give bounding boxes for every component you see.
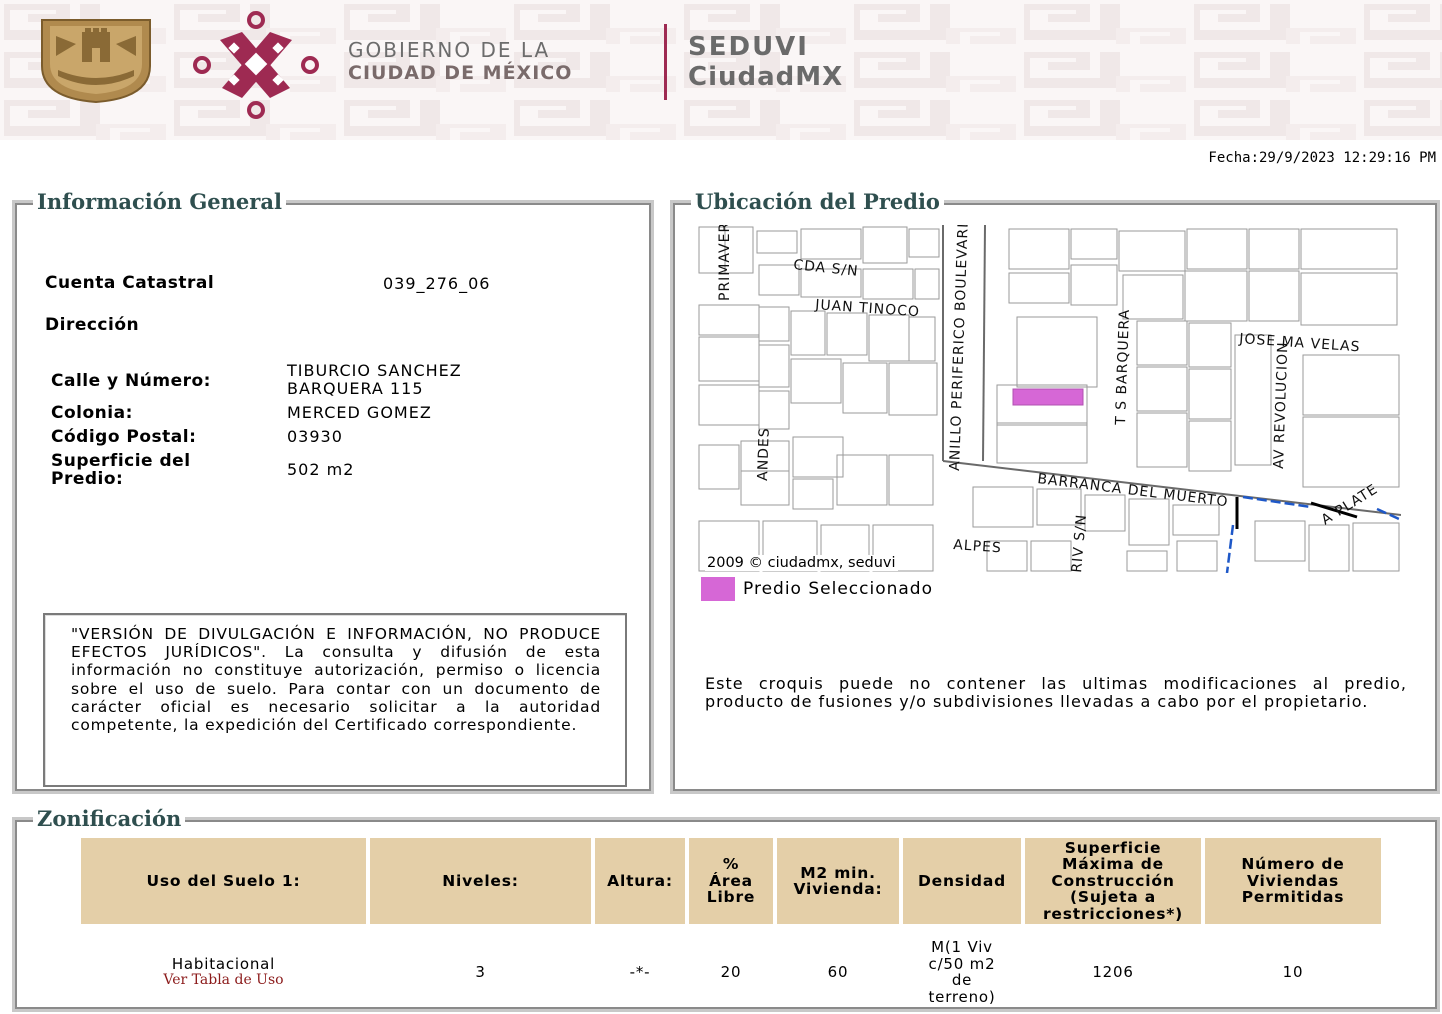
- colonia-label: Colonia:: [51, 403, 133, 423]
- informacion-general-panel: Información General Cuenta Catastral 039…: [12, 189, 654, 794]
- header-numero-viviendas: Número de Viviendas Permitidas: [1205, 838, 1381, 924]
- header-divider: [664, 24, 667, 100]
- header-banner: GOBIERNO DE LA CIUDAD DE MÉXICO SEDUVI C…: [0, 0, 1442, 140]
- location-map[interactable]: PRIMAVER CDA S/N JUAN TINOCO ANILLO PERI…: [697, 225, 1401, 573]
- government-name-line2: CIUDAD DE MÉXICO: [348, 62, 573, 84]
- table-row: Habitacional Ver Tabla de Uso 3 -*- 20 6…: [81, 924, 1381, 1014]
- codigo-postal-value: 03930: [287, 427, 343, 446]
- government-name-line1: GOBIERNO DE LA: [348, 38, 551, 62]
- superficie-value: 502 m2: [287, 460, 355, 479]
- report-timestamp: Fecha:29/9/2023 12:29:16 PM: [1208, 150, 1436, 166]
- zonificacion-table: Uso del Suelo 1: Niveles: Altura: % Área…: [77, 838, 1385, 1014]
- selected-parcel-swatch: [701, 577, 735, 601]
- street-andes: ANDES: [755, 427, 773, 481]
- street-alpes: ALPES: [953, 537, 1003, 556]
- ubicacion-predio-legend: Ubicación del Predio: [691, 189, 944, 214]
- header-altura: Altura:: [595, 838, 685, 924]
- codigo-postal-label: Código Postal:: [51, 427, 197, 447]
- map-credit: 2009 © ciudadmx, seduvi: [705, 555, 898, 571]
- croquis-note: Este croquis puede no contener las ultim…: [705, 674, 1407, 711]
- calle-numero-value-line1: TIBURCIO SANCHEZ: [287, 361, 462, 380]
- calle-numero-value-line2: BARQUERA 115: [287, 379, 424, 398]
- colonia-value: MERCED GOMEZ: [287, 403, 432, 422]
- superficie-label-line2: Predio:: [51, 469, 124, 489]
- direccion-label: Dirección: [45, 315, 140, 335]
- zonificacion-legend: Zonificación: [33, 806, 186, 831]
- street-primaver: PRIMAVER: [717, 225, 733, 301]
- cell-area-libre: 20: [720, 962, 742, 981]
- map-drawing: PRIMAVER CDA S/N JUAN TINOCO ANILLO PERI…: [697, 225, 1401, 573]
- cdmx-shield-logo: [41, 19, 151, 104]
- header-niveles: Niveles:: [370, 838, 591, 924]
- cell-superficie-maxima: 1206: [1092, 962, 1134, 981]
- table-header-row: Uso del Suelo 1: Niveles: Altura: % Área…: [81, 838, 1381, 924]
- calle-numero-label: Calle y Número:: [51, 371, 211, 391]
- seduvi-title: SEDUVI: [688, 32, 809, 62]
- informacion-general-legend: Información General: [33, 189, 286, 214]
- cell-numero-viviendas: 10: [1282, 962, 1304, 981]
- header-area-libre: % Área Libre: [689, 838, 773, 924]
- cdmx-government-logo: [193, 11, 319, 119]
- header-densidad: Densidad: [903, 838, 1021, 924]
- header-uso-suelo: Uso del Suelo 1:: [81, 838, 366, 924]
- selected-parcel-legend-label: Predio Seleccionado: [743, 579, 933, 599]
- disclaimer-text: "VERSIÓN DE DIVULGACIÓN E INFORMACIÓN, N…: [71, 625, 601, 735]
- cuenta-catastral-label: Cuenta Catastral: [45, 273, 215, 293]
- disclaimer-box: "VERSIÓN DE DIVULGACIÓN E INFORMACIÓN, N…: [43, 613, 627, 787]
- header-superficie-maxima: Superficie Máxima de Construcción (Sujet…: [1025, 838, 1201, 924]
- cell-uso-suelo: Habitacional Ver Tabla de Uso: [81, 924, 366, 1014]
- zonificacion-panel: Zonificación Uso del Suelo 1: Niveles: A…: [12, 806, 1440, 1014]
- cell-m2-min: 60: [827, 962, 849, 981]
- cell-densidad: M(1 Viv c/50 m2 de terreno): [928, 938, 996, 1006]
- superficie-label-line1: Superficie del: [51, 451, 191, 471]
- ubicacion-predio-panel: Ubicación del Predio PRIMAVER CDA S/N JU…: [670, 189, 1440, 794]
- header-m2-min-vivienda: M2 min. Vivienda:: [777, 838, 899, 924]
- ciudadmx-title: CiudadMX: [688, 62, 844, 92]
- ver-tabla-de-uso-link[interactable]: Ver Tabla de Uso: [81, 972, 366, 989]
- cell-altura: -*-: [629, 962, 651, 981]
- cuenta-catastral-value: 039_276_06: [383, 274, 491, 293]
- cell-niveles: 3: [475, 962, 486, 981]
